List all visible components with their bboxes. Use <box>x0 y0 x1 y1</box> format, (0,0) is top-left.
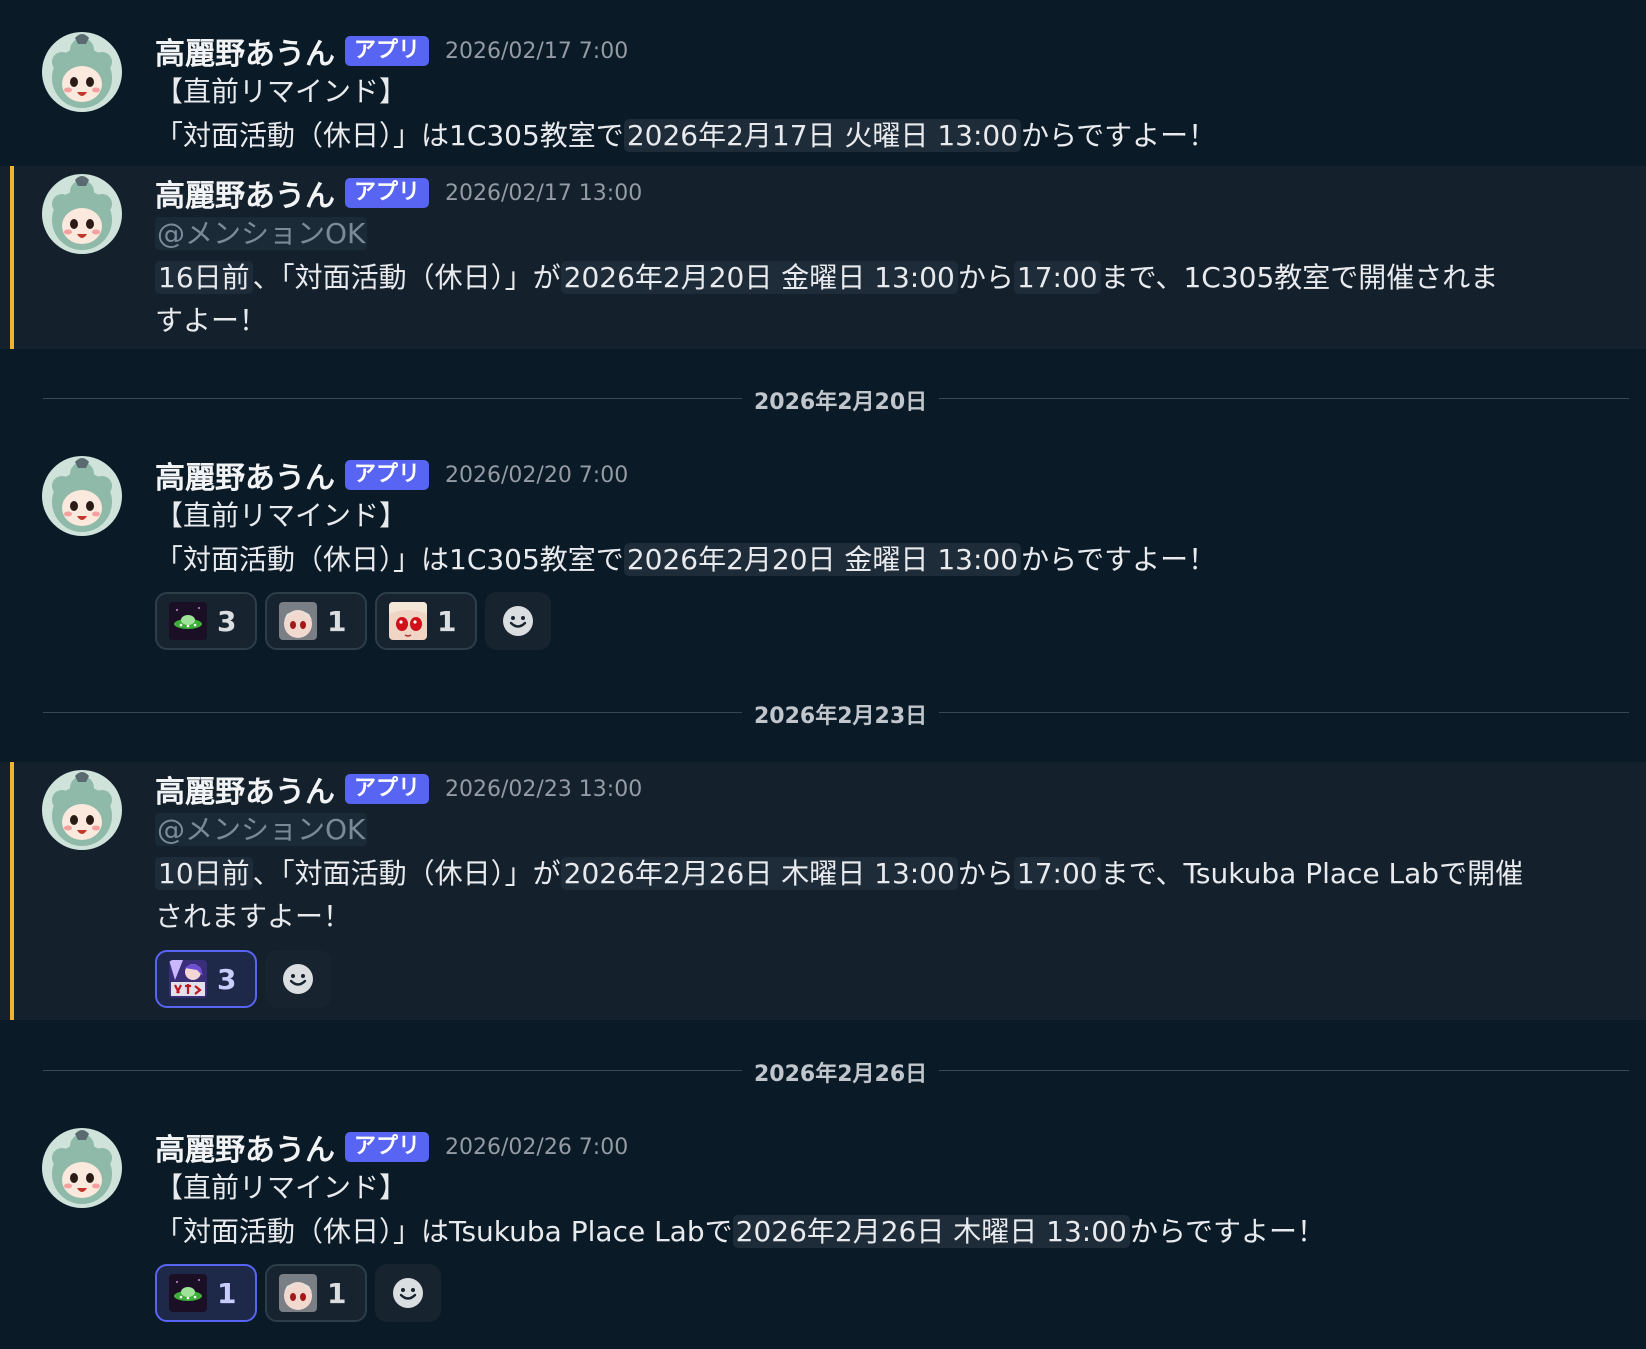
message-line: 10日前 、「対面活動（休日）」が 2026年2月26日 木曜日 13:00 から 17… <box>155 854 1523 894</box>
date-chip[interactable]: 2026年2月26日 木曜日 13:00 <box>560 857 958 890</box>
date-divider-label: 2026年2月20日 <box>742 384 940 416</box>
message-text: まで、Tsukuba Place Labで開催 <box>1100 857 1524 890</box>
date-chip[interactable]: 2026年2月20日 金曜日 13:00 <box>560 261 958 294</box>
app-tag: アプリ <box>345 774 430 804</box>
avatar[interactable] <box>42 456 122 536</box>
reaction[interactable]: 1 <box>265 592 367 650</box>
character-face-emoji-icon <box>279 602 317 640</box>
date-divider-label: 2026年2月26日 <box>742 1056 940 1088</box>
message-text: からですよー！ <box>1129 1215 1325 1248</box>
app-tag: アプリ <box>345 460 430 490</box>
reaction-count: 1 <box>327 604 347 638</box>
date-chip[interactable]: 2026年2月17日 火曜日 13:00 <box>623 119 1022 152</box>
ufo-emoji-icon <box>169 1274 207 1312</box>
message-text: 「対面活動（休日）」は1C305教室で <box>155 119 624 152</box>
iku-sticker-emoji-icon <box>169 960 207 998</box>
reaction-count: 3 <box>217 962 237 996</box>
message-text: すよー！ <box>155 304 268 337</box>
app-tag: アプリ <box>345 178 430 208</box>
character-face-emoji-icon <box>279 1274 317 1312</box>
reactions-bar: 3 <box>155 950 331 1008</box>
reaction-count: 3 <box>217 604 237 638</box>
message-text: まで、1C305教室で開催されま <box>1100 261 1499 294</box>
reactions-bar: 1 1 <box>155 1264 441 1322</box>
message-text: 「対面活動（休日）」は1C305教室で <box>155 543 624 576</box>
message-line: 「対面活動（休日）」は1C305教室で 2026年2月20日 金曜日 13:00 か… <box>155 540 1216 580</box>
message-text: 【直前リマインド】 <box>155 75 408 108</box>
reaction[interactable]: 3 <box>155 592 257 650</box>
message-line: @メンションOK <box>155 810 368 850</box>
message-highlighted: 高麗野あうん アプリ 2026/02/23 13:00 @メンションOK 10日… <box>0 762 1646 1020</box>
message-line: 「対面活動（休日）」はTsukuba Place Labで 2026年2月26日 … <box>155 1212 1325 1252</box>
relative-time-chip[interactable]: 10日前 <box>155 857 253 890</box>
smile-icon <box>282 963 314 995</box>
reaction[interactable]: 1 <box>375 592 477 650</box>
relative-time-chip[interactable]: 16日前 <box>155 261 253 294</box>
message-text: 、「対面活動（休日）」が <box>252 857 561 890</box>
role-mention[interactable]: @メンションOK <box>155 217 368 250</box>
timestamp[interactable]: 2026/02/17 7:00 <box>445 39 628 64</box>
message-line: されますよー！ <box>155 897 351 937</box>
message-line: 「対面活動（休日）」は1C305教室で 2026年2月17日 火曜日 13:00 か… <box>155 116 1216 156</box>
reaction-selected[interactable]: 1 <box>155 1264 257 1322</box>
reaction-count: 1 <box>437 604 457 638</box>
message-line: すよー！ <box>155 301 267 341</box>
timestamp[interactable]: 2026/02/26 7:00 <box>445 1135 628 1160</box>
message-text: から <box>957 261 1014 294</box>
red-eyed-face-emoji-icon <box>389 602 427 640</box>
ufo-emoji-icon <box>169 602 207 640</box>
username[interactable]: 高麗野あうん <box>155 453 335 497</box>
date-chip[interactable]: 2026年2月26日 木曜日 13:00 <box>732 1215 1130 1248</box>
message-text: 【直前リマインド】 <box>155 1171 408 1204</box>
message-line: 【直前リマインド】 <box>155 1168 407 1208</box>
add-reaction-button[interactable] <box>485 592 551 650</box>
message-line: 【直前リマインド】 <box>155 496 407 536</box>
username[interactable]: 高麗野あうん <box>155 171 335 215</box>
reactions-bar: 3 1 1 <box>155 592 551 650</box>
message: 高麗野あうん アプリ 2026/02/20 7:00 【直前リマインド】 「対面… <box>0 440 1646 670</box>
timestamp[interactable]: 2026/02/23 13:00 <box>445 777 642 802</box>
time-chip[interactable]: 17:00 <box>1013 857 1101 890</box>
time-chip[interactable]: 17:00 <box>1013 261 1101 294</box>
app-tag: アプリ <box>345 1132 430 1162</box>
app-tag: アプリ <box>345 36 430 66</box>
date-divider-label: 2026年2月23日 <box>742 698 940 730</box>
message-highlighted: 高麗野あうん アプリ 2026/02/17 13:00 @メンションOK 16日… <box>0 166 1646 349</box>
timestamp[interactable]: 2026/02/20 7:00 <box>445 463 628 488</box>
message-text: 【直前リマインド】 <box>155 499 408 532</box>
reaction-count: 1 <box>217 1276 237 1310</box>
smile-icon <box>392 1277 424 1309</box>
message-text: からですよー！ <box>1021 543 1217 576</box>
message: 高麗野あうん アプリ 2026/02/26 7:00 【直前リマインド】 「対面… <box>0 1116 1646 1349</box>
message-text: から <box>957 857 1014 890</box>
message-text: 、「対面活動（休日）」が <box>252 261 561 294</box>
message-text: からですよー！ <box>1021 119 1217 152</box>
message: 高麗野あうん アプリ 2026/02/17 7:00 【直前リマインド】 「対面… <box>0 0 1646 162</box>
date-chip[interactable]: 2026年2月20日 金曜日 13:00 <box>623 543 1022 576</box>
avatar[interactable] <box>42 1128 122 1208</box>
reaction-count: 1 <box>327 1276 347 1310</box>
reaction-selected[interactable]: 3 <box>155 950 257 1008</box>
avatar[interactable] <box>42 770 122 850</box>
add-reaction-button[interactable] <box>375 1264 441 1322</box>
timestamp[interactable]: 2026/02/17 13:00 <box>445 181 642 206</box>
smile-icon <box>502 605 534 637</box>
message-line: 16日前 、「対面活動（休日）」が 2026年2月20日 金曜日 13:00 から 17… <box>155 258 1498 298</box>
username[interactable]: 高麗野あうん <box>155 1125 335 1169</box>
username[interactable]: 高麗野あうん <box>155 767 335 811</box>
reaction[interactable]: 1 <box>265 1264 367 1322</box>
message-line: @メンションOK <box>155 214 368 254</box>
add-reaction-button[interactable] <box>265 950 331 1008</box>
username[interactable]: 高麗野あうん <box>155 29 335 73</box>
avatar[interactable] <box>42 174 122 254</box>
message-text: されますよー！ <box>155 900 352 933</box>
message-text: 「対面活動（休日）」はTsukuba Place Labで <box>155 1215 733 1248</box>
message-line: 【直前リマインド】 <box>155 72 407 112</box>
role-mention[interactable]: @メンションOK <box>155 813 368 846</box>
avatar[interactable] <box>42 32 122 112</box>
